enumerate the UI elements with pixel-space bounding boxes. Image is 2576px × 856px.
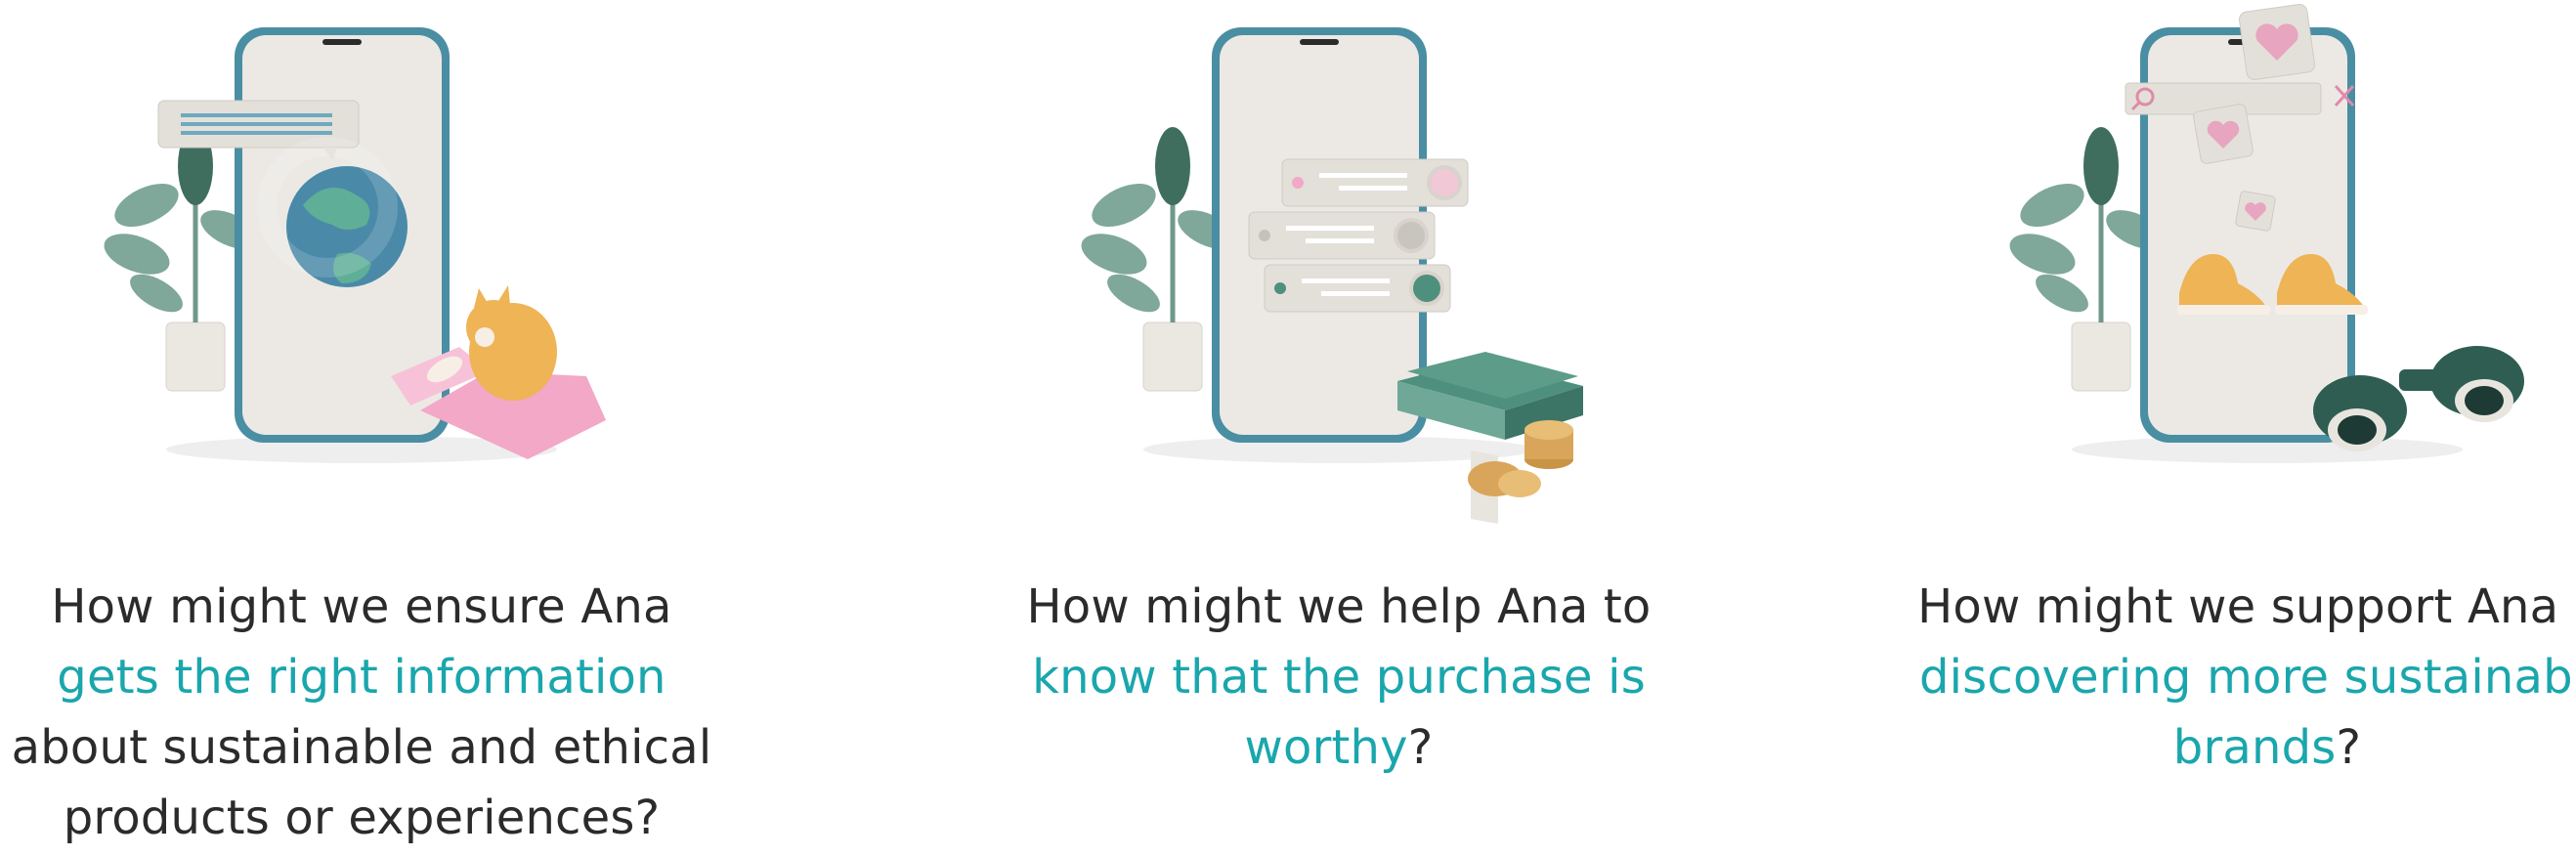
- illustration: [104, 27, 606, 463]
- caption: How might we support Ana in discovering …: [1906, 572, 2576, 783]
- caption-text: How might we support Ana in: [1917, 579, 2576, 634]
- caption-text: ?: [2336, 720, 2362, 775]
- illustration: [2009, 4, 2524, 463]
- caption-text: ?: [1407, 720, 1434, 775]
- caption-highlight: discovering more sustainable brands: [1918, 650, 2576, 775]
- caption-text: How might we ensure Ana: [51, 579, 672, 634]
- caption-text: How might we help Ana to: [1026, 579, 1652, 634]
- caption: How might we help Ana to know that the p…: [977, 572, 1700, 783]
- caption-text: about sustainable and ethical products o…: [11, 720, 712, 845]
- card-right-information: How might we ensure Ana gets the right i…: [0, 0, 723, 856]
- caption-highlight: gets the right information: [57, 650, 666, 705]
- illustration: [1081, 27, 1583, 524]
- review-cards-icon: [1248, 158, 1469, 313]
- caption: How might we ensure Ana gets the right i…: [0, 572, 723, 853]
- card-purchase-worthy: How might we help Ana to know that the p…: [977, 0, 1700, 856]
- card-discover-brands: How might we support Ana in discovering …: [1906, 0, 2576, 856]
- caption-highlight: know that the purchase is worthy: [1032, 650, 1646, 775]
